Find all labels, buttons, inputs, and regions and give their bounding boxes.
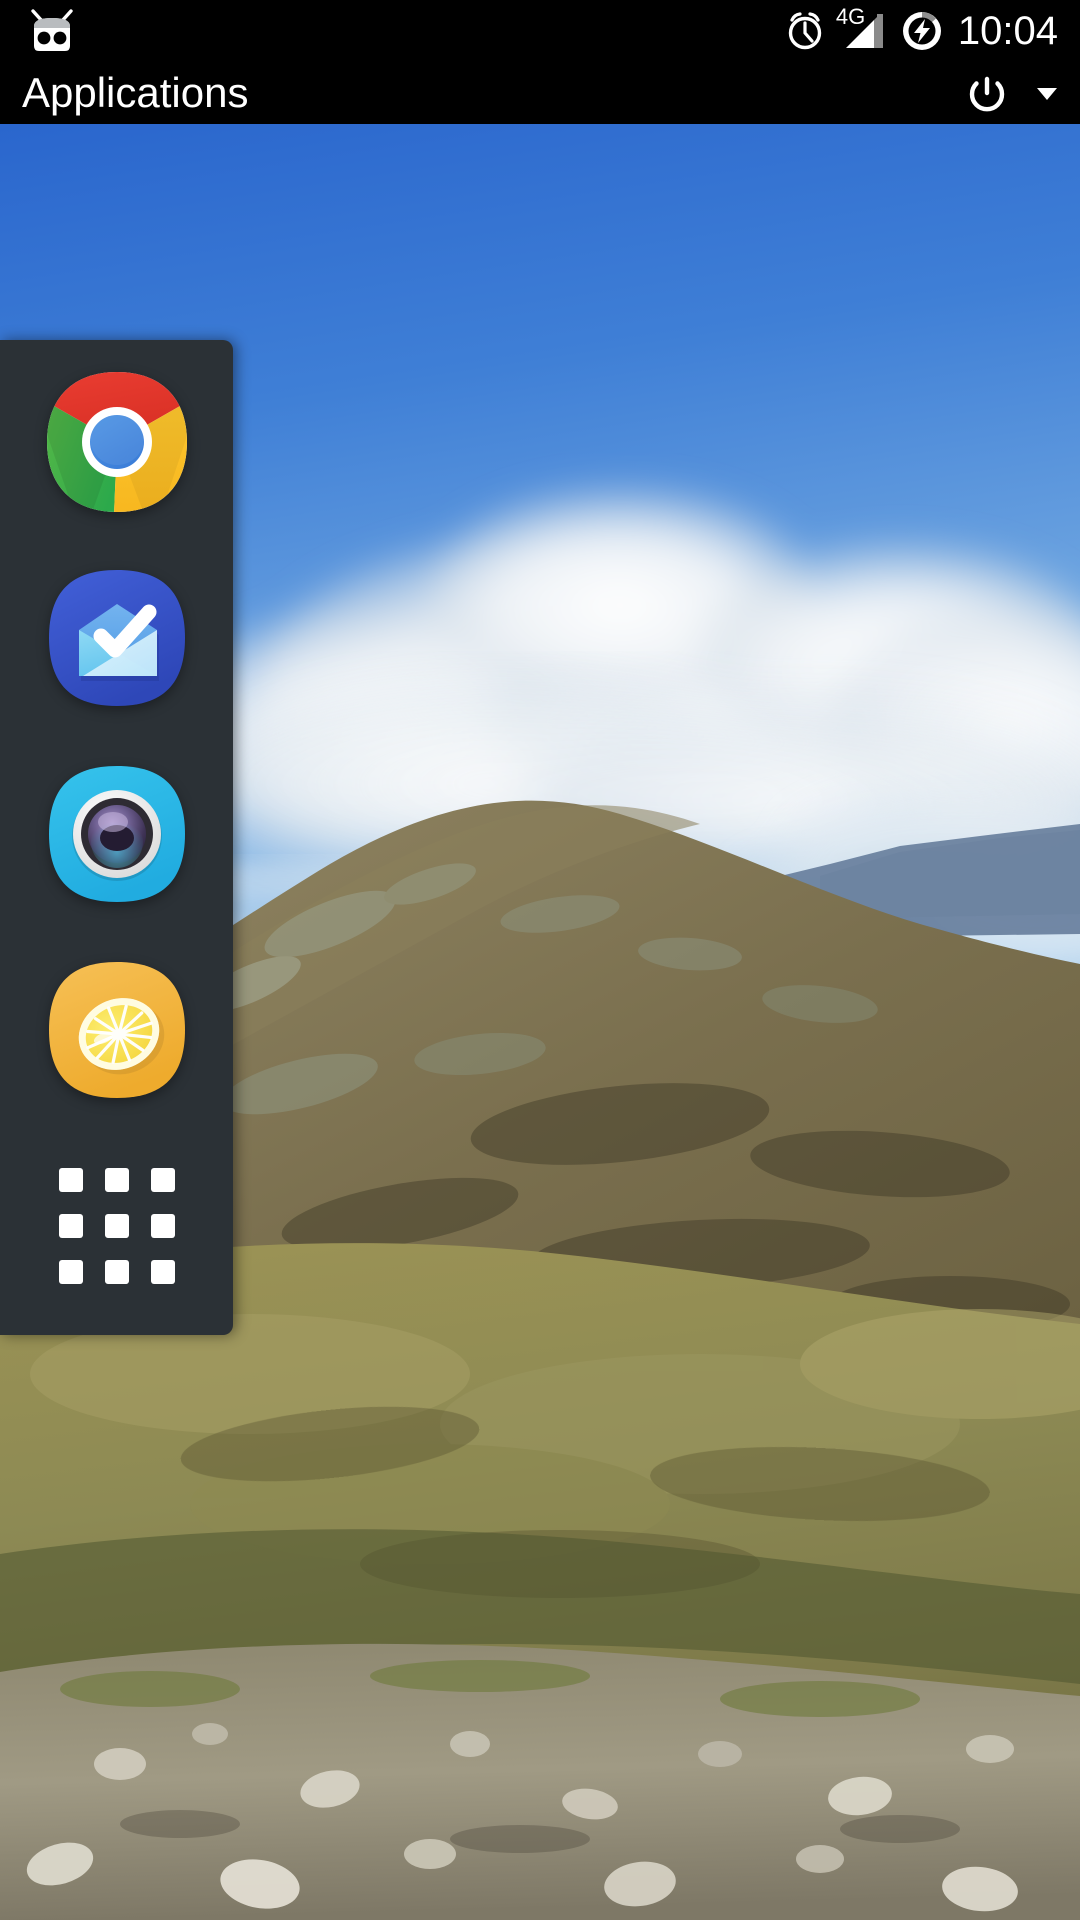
app-drawer-button[interactable] bbox=[43, 1152, 191, 1300]
chrome-icon bbox=[46, 372, 187, 512]
power-icon[interactable] bbox=[966, 72, 1008, 114]
page-title: Applications bbox=[22, 69, 249, 116]
dock-app-camera[interactable] bbox=[43, 760, 191, 908]
grid-dot bbox=[58, 1168, 83, 1192]
action-bar-actions bbox=[966, 62, 1060, 124]
grid-dot bbox=[104, 1168, 129, 1192]
inbox-mail-icon bbox=[48, 570, 185, 706]
signal-4g-icon: 4G bbox=[836, 6, 886, 54]
grid-dot bbox=[150, 1168, 175, 1192]
chevron-down-icon[interactable] bbox=[1034, 80, 1060, 106]
app-drawer-grid-icon bbox=[58, 1168, 175, 1284]
dock-app-inbox[interactable] bbox=[43, 564, 191, 712]
lemon-icon bbox=[48, 962, 185, 1098]
grid-dot bbox=[150, 1260, 175, 1284]
dock-app-lemon[interactable] bbox=[43, 956, 191, 1104]
grid-dot bbox=[104, 1214, 129, 1238]
status-clock: 10:04 bbox=[957, 9, 1058, 53]
alarm-clock-icon bbox=[788, 12, 822, 50]
status-bar[interactable]: 4G 10:04 bbox=[0, 0, 1080, 62]
status-icons: 4G 10:04 bbox=[784, 0, 1058, 62]
dock-app-chrome[interactable] bbox=[43, 368, 191, 516]
grid-dot bbox=[58, 1260, 83, 1284]
grid-dot bbox=[58, 1214, 83, 1238]
camera-icon bbox=[48, 766, 185, 902]
app-dock bbox=[0, 340, 233, 1335]
action-bar: Applications bbox=[0, 62, 1080, 124]
grid-dot bbox=[104, 1260, 129, 1284]
grid-dot bbox=[150, 1214, 175, 1238]
phone-screen: 4G 10:04 Applications bbox=[0, 0, 1080, 1920]
battery-charging-icon bbox=[902, 12, 941, 50]
cyanogenmod-logo bbox=[31, 9, 73, 51]
